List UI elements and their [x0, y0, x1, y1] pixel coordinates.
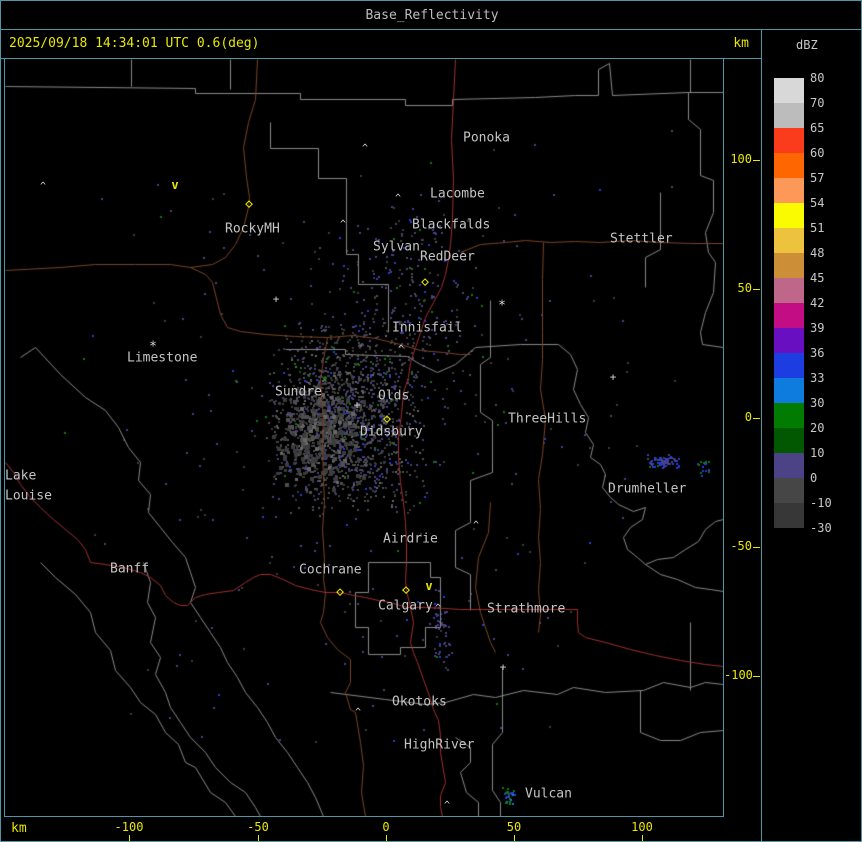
radar-map[interactable]: Ponoka Lacombe Blackfalds Sylvan RedDeer Stet…: [4, 58, 724, 817]
scale-swatch: [774, 503, 804, 528]
scale-tick-label: 60: [810, 146, 825, 160]
right-axis-tick-label: 50: [737, 281, 752, 295]
scale-swatch: [774, 353, 804, 378]
status-bar: 2025/09/18 14:34:01 UTC 0.6(deg) km: [1, 30, 761, 58]
right-axis-tick-label: -100: [724, 668, 753, 682]
title-bar: Base_Reflectivity: [1, 1, 861, 30]
scale-tick-label: 20: [810, 421, 825, 435]
scale-swatch: [774, 128, 804, 153]
bottom-axis-tick-label: -100: [114, 820, 144, 834]
bottom-axis-tick: [386, 835, 387, 841]
scale-tick-label: 10: [810, 446, 825, 460]
scale-swatch: [774, 103, 804, 128]
scale-swatch: [774, 428, 804, 453]
scale-tick-label: 57: [810, 171, 825, 185]
color-scale-panel: dBZ 80 70 65 60 57 54 51 48 45 42 39 36 33 30 20 10 0 -10…: [762, 30, 861, 841]
right-axis-unit: km: [733, 36, 749, 51]
bottom-axis: km -100 -50 0 50 100: [1, 817, 761, 841]
right-axis-tick: [753, 289, 760, 290]
right-axis-tick: [753, 418, 760, 419]
scale-tick-label: 42: [810, 296, 825, 310]
bottom-axis-tick-label: -50: [247, 820, 269, 834]
scale-swatch: [774, 378, 804, 403]
scale-swatch: [774, 453, 804, 478]
scale-tick-label: 51: [810, 221, 825, 235]
scale-swatch: [774, 78, 804, 103]
scale-tick-label: 54: [810, 196, 825, 210]
scale-tick-label: -30: [810, 521, 832, 535]
radar-app-window: Base_Reflectivity 2025/09/18 14:34:01 UT…: [0, 0, 862, 842]
scale-tick-label: -10: [810, 496, 832, 510]
scale-swatch: [774, 403, 804, 428]
bottom-axis-tick: [258, 835, 259, 841]
right-axis-tick: [753, 547, 760, 548]
bottom-axis-tick: [514, 835, 515, 841]
scale-swatch: [774, 203, 804, 228]
scale-tick-label: 80: [810, 71, 825, 85]
right-axis-tick: [753, 160, 760, 161]
scale-swatch: [774, 178, 804, 203]
scale-swatch: [774, 478, 804, 503]
scale-tick-label: 36: [810, 346, 825, 360]
bottom-axis-tick: [129, 835, 130, 841]
scale-swatch: [774, 253, 804, 278]
scale-tick-label: 39: [810, 321, 825, 335]
bottom-axis-tick-label: 100: [631, 820, 653, 834]
scale-swatch: [774, 278, 804, 303]
bottom-axis-tick: [642, 835, 643, 841]
scale-tick-label: 48: [810, 246, 825, 260]
bottom-axis-tick-label: 0: [382, 820, 390, 834]
bottom-axis-tick-label: 50: [506, 820, 522, 834]
radar-map-canvas[interactable]: [5, 59, 723, 816]
scale-tick-label: 45: [810, 271, 825, 285]
right-axis-tick-label: -50: [730, 539, 752, 553]
scan-timestamp: 2025/09/18 14:34:01 UTC 0.6(deg): [9, 36, 260, 51]
color-scale-unit: dBZ: [796, 38, 818, 52]
scale-tick-label: 33: [810, 371, 825, 385]
scale-swatch: [774, 228, 804, 253]
right-axis-tick-label: 0: [744, 410, 752, 424]
scale-swatch: [774, 303, 804, 328]
scale-tick-label: 30: [810, 396, 825, 410]
right-axis-tick: [753, 676, 760, 677]
scale-tick-label: 70: [810, 96, 825, 110]
bottom-axis-unit: km: [11, 821, 27, 836]
right-axis-tick-label: 100: [730, 152, 752, 166]
page-title: Base_Reflectivity: [365, 7, 499, 23]
scale-tick-label: 65: [810, 121, 825, 135]
scale-tick-label: 0: [810, 471, 818, 485]
scale-swatch: [774, 153, 804, 178]
scale-swatch: [774, 328, 804, 353]
